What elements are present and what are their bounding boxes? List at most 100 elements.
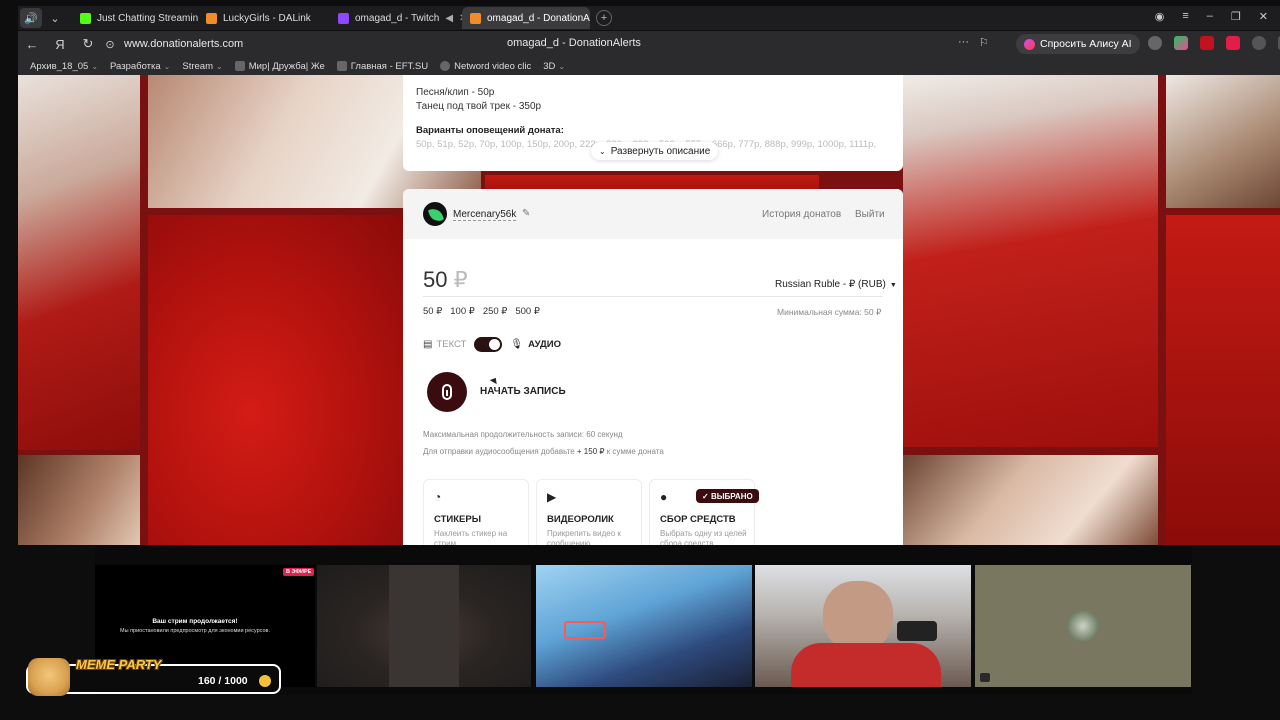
chevron-down-icon: ⌄	[599, 146, 606, 156]
bookmark-folder[interactable]: 3D ⌄	[543, 61, 565, 72]
preview-subtitle: Мы приостановили предпросмотр для эконом…	[120, 628, 270, 634]
alerts-heading: Варианты оповещений доната:	[416, 125, 564, 136]
preset-amount[interactable]: 100 ₽	[450, 306, 475, 317]
reload-icon[interactable]: ↻	[74, 36, 102, 52]
option-description: Наклеить стикер на стрим	[434, 529, 508, 545]
extension-icon[interactable]	[1226, 36, 1240, 50]
new-tab-button[interactable]: +	[596, 10, 612, 26]
option-title: ВИДЕОРОЛИК	[547, 514, 614, 525]
currency-value: Russian Ruble - ₽ (RUB)	[775, 279, 886, 290]
fundraising-option[interactable]: ● ✓ ВЫБРАНО СБОР СРЕДСТВ Выбрать одну из…	[649, 479, 759, 545]
tab-label: LuckyGirls - DALink	[223, 12, 311, 24]
tab-label: omagad_d - Twitch	[355, 12, 440, 24]
bookmark-label: Разработка	[110, 60, 161, 72]
tab-kick[interactable]: Just Chatting Streaming - I	[72, 7, 198, 29]
expand-description-button[interactable]: ⌄ Развернуть описание	[591, 142, 719, 160]
donation-form: Mercenary56k ✎ История донатов Выйти 50 …	[403, 189, 903, 545]
ask-alisa-button[interactable]: Спросить Алису AI	[1016, 34, 1140, 54]
menu-icon[interactable]: ≡	[1182, 10, 1188, 23]
bookmark-folder[interactable]: Stream ⌄	[182, 61, 222, 72]
extension-icon[interactable]	[1174, 36, 1188, 50]
meme-party-label: MEME PARTY	[76, 657, 162, 672]
chevron-down-icon[interactable]: ⌄	[44, 8, 66, 28]
extension-icon[interactable]	[1252, 36, 1266, 50]
money-bag-icon: ●	[660, 490, 668, 504]
badge-label: ВЫБРАНО	[710, 491, 753, 501]
preset-amount[interactable]: 500 ₽	[515, 306, 540, 317]
chevron-down-icon: ⌄	[163, 61, 171, 71]
url-field[interactable]: www.donationalerts.com	[124, 38, 243, 50]
speaker-icon[interactable]: ◀	[445, 13, 453, 24]
back-icon[interactable]: ←	[18, 37, 46, 52]
live-badge: В ЭФИРЕ	[283, 568, 315, 576]
webcam-feed	[755, 565, 971, 687]
donationalerts-icon	[470, 12, 481, 24]
expand-label: Развернуть описание	[610, 145, 711, 157]
mode-text-label[interactable]: ТЕКСТ	[436, 339, 466, 350]
bookmark-icon[interactable]: ⚐	[979, 36, 989, 49]
stickers-option[interactable]: ◔ СТИКЕРЫ Наклеить стикер на стрим	[423, 479, 529, 545]
min-sum: Минимальная сумма: 50 ₽	[777, 307, 882, 317]
background-photo	[18, 455, 140, 545]
tab-twitch[interactable]: omagad_d - Twitch ◀ ✕	[330, 7, 462, 29]
dalink-icon	[206, 12, 217, 24]
amount-input[interactable]: 50 ₽	[423, 267, 468, 293]
minimize-icon[interactable]: –	[1207, 10, 1213, 23]
tab-dalink[interactable]: LuckyGirls - DALink	[198, 7, 330, 29]
option-description: Выбрать одну из целей сбора средств	[660, 529, 747, 545]
bookmark-link[interactable]: Мир| Дружба| Же	[234, 60, 325, 72]
bookmark-folder[interactable]: Разработка ⌄	[110, 61, 170, 72]
site-icon	[336, 61, 347, 71]
bookmarks-bar: Архив_18_05 ⌄ Разработка ⌄ Stream ⌄ Мир| Др…	[18, 57, 1280, 75]
bookmark-label: 3D	[543, 60, 556, 72]
currency-select[interactable]: Russian Ruble - ₽ (RUB) ▼	[775, 279, 897, 290]
webcam-feed	[975, 565, 1191, 687]
play-icon: ▶	[547, 490, 557, 504]
webcam-feed	[317, 565, 531, 687]
pencil-icon[interactable]: ✎	[522, 208, 530, 219]
maximize-icon[interactable]: ❐	[1231, 10, 1241, 23]
mode-audio-label[interactable]: АУДИО	[528, 339, 561, 350]
record-label[interactable]: НАЧАТЬ ЗАПИСЬ	[480, 386, 566, 397]
avatar	[423, 202, 447, 226]
logout-link[interactable]: Выйти	[855, 209, 885, 220]
preset-amount[interactable]: 250 ₽	[483, 306, 508, 317]
kick-icon	[80, 12, 91, 24]
chevron-down-icon: ⌄	[91, 61, 99, 71]
profile-icon[interactable]: ◉	[1155, 10, 1165, 23]
more-icon[interactable]: ···	[958, 36, 969, 48]
coin-icon	[259, 675, 271, 687]
tab-bar: 🔊 ⌄ Just Chatting Streaming - I LuckyGir…	[18, 6, 1280, 30]
camera-off-icon	[980, 673, 990, 682]
audio-fee-prefix: Для отправки аудиосообщения добавьте	[423, 447, 575, 456]
yandex-icon[interactable]: Я	[46, 37, 74, 52]
alisa-icon	[1024, 38, 1035, 50]
video-option[interactable]: ▶ ВИДЕОРОЛИК Прикрепить видео к сообщени…	[536, 479, 642, 545]
preset-amount[interactable]: 50 ₽	[423, 306, 442, 317]
tab-label: omagad_d - DonationAl	[487, 12, 590, 24]
window-controls: ◉ ≡ – ❐ ✕	[1155, 10, 1268, 23]
meme-progress: 160 / 1000	[198, 675, 248, 687]
tab-donationalerts[interactable]: omagad_d - DonationAl ✕	[462, 7, 590, 29]
bookmark-link[interactable]: Главная - EFT.SU	[336, 61, 428, 72]
bookmark-link[interactable]: Netword video clic	[440, 61, 531, 72]
bookmark-folder[interactable]: Архив_18_05 ⌄	[30, 61, 98, 72]
bookmark-label: Stream	[182, 60, 213, 72]
bookmark-label: Мир| Дружба| Же	[248, 60, 325, 72]
donation-history-link[interactable]: История донатов	[762, 209, 841, 220]
sound-icon[interactable]: 🔊	[20, 8, 42, 28]
username-link[interactable]: Mercenary56k	[453, 209, 517, 221]
audio-toggle[interactable]	[474, 337, 503, 352]
record-button[interactable]	[427, 372, 467, 412]
caret-down-icon: ▼	[889, 282, 897, 289]
extension-icon[interactable]	[1148, 36, 1162, 50]
audio-fee-hint: Для отправки аудиосообщения добавьте + 1…	[423, 447, 664, 456]
close-window-icon[interactable]: ✕	[1259, 10, 1268, 23]
background-photo	[148, 215, 403, 545]
secure-icon[interactable]: ⊙	[102, 38, 118, 51]
avatar	[1067, 610, 1099, 642]
extension-icon[interactable]	[1200, 36, 1214, 50]
currency-symbol: ₽	[453, 267, 468, 292]
background-photo	[903, 75, 1158, 447]
alisa-label: Спросить Алису AI	[1040, 38, 1132, 50]
